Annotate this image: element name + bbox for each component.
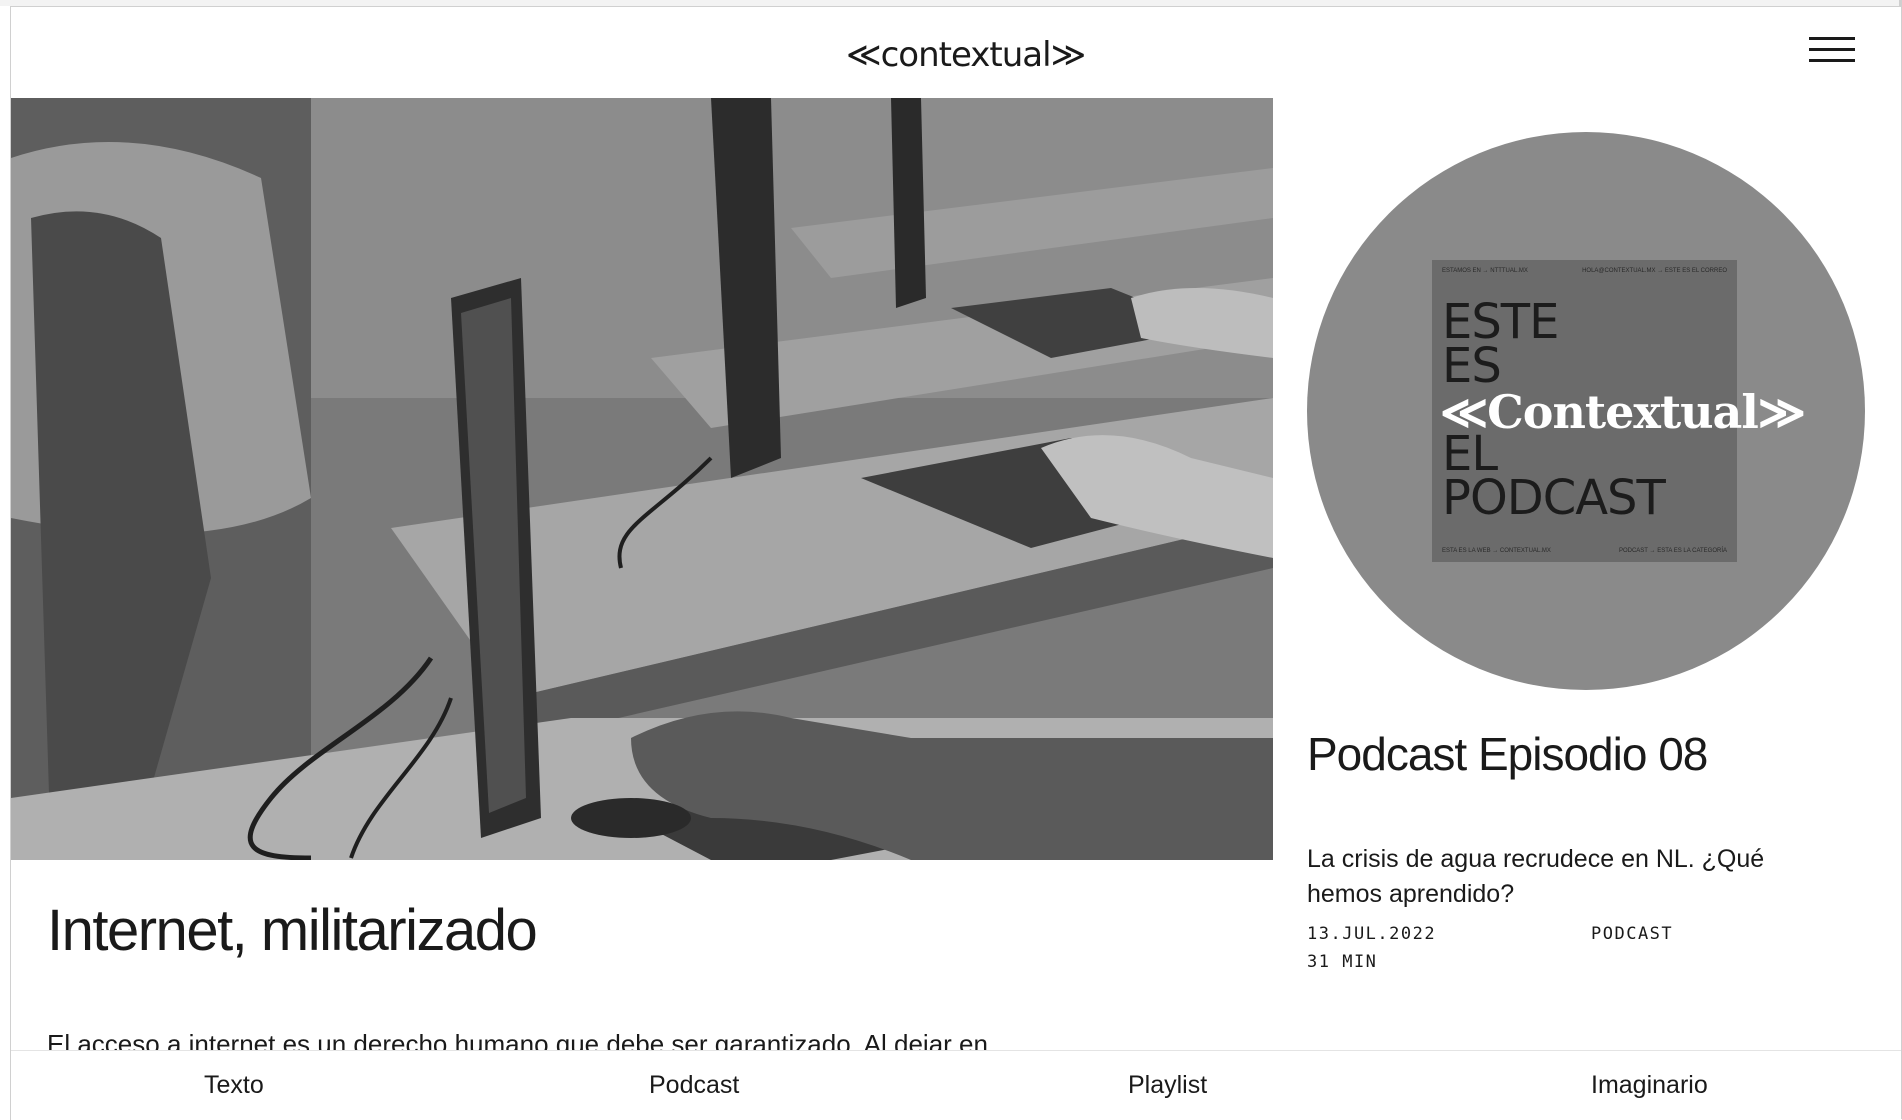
cover-line: PODCAST [1442, 470, 1666, 526]
feature-title[interactable]: Internet, militarizado [47, 897, 538, 964]
cover-top-left: ESTAMOS EN → NTTTUAL.MX [1442, 268, 1528, 274]
podcast-cover-card: ESTAMOS EN → NTTTUAL.MX HOLA@CONTEXTUAL.… [1432, 260, 1806, 562]
menu-bar [1809, 37, 1855, 40]
nav-item-playlist[interactable]: Playlist [1128, 1071, 1207, 1100]
feature-image[interactable] [11, 98, 1273, 860]
hamburger-menu-icon[interactable] [1809, 37, 1855, 65]
podcast-title[interactable]: Podcast Episodio 08 [1307, 727, 1708, 781]
menu-bar [1809, 48, 1855, 51]
site-header: ≪contextual≫ [11, 7, 1901, 97]
cover-top-right: HOLA@CONTEXTUAL.MX → ESTE ES EL CORREO [1582, 268, 1727, 274]
cover-bottom-right: PODCAST → ESTA ES LA CATEGORÍA [1618, 548, 1727, 554]
cover-bottom-left: ESTA ES LA WEB → CONTEXTUAL.MX [1442, 548, 1551, 554]
nav-item-imaginario[interactable]: Imaginario [1591, 1071, 1708, 1100]
podcast-description: La crisis de agua recrudece en NL. ¿Qué … [1307, 845, 1765, 908]
nav-item-podcast[interactable]: Podcast [649, 1071, 739, 1100]
classroom-computers-photo [11, 98, 1273, 860]
podcast-cover-image[interactable]: ESTAMOS EN → NTTTUAL.MX HOLA@CONTEXTUAL.… [1307, 132, 1865, 690]
podcast-date: 13.JUL.2022 [1307, 924, 1437, 944]
podcast-duration: 31 MIN [1307, 952, 1378, 972]
nav-item-texto[interactable]: Texto [204, 1071, 264, 1100]
cover-brand: ≪Contextual≫ [1440, 385, 1806, 439]
page: ≪contextual≫ Internet, militarizado El a… [10, 6, 1901, 1120]
podcast-category[interactable]: PODCAST [1591, 924, 1673, 944]
bottom-nav: Texto Podcast Playlist Imaginario [11, 1050, 1901, 1120]
site-logo[interactable]: ≪contextual≫ [846, 35, 1086, 75]
cover-line: ES [1442, 338, 1502, 394]
menu-bar [1809, 59, 1855, 62]
